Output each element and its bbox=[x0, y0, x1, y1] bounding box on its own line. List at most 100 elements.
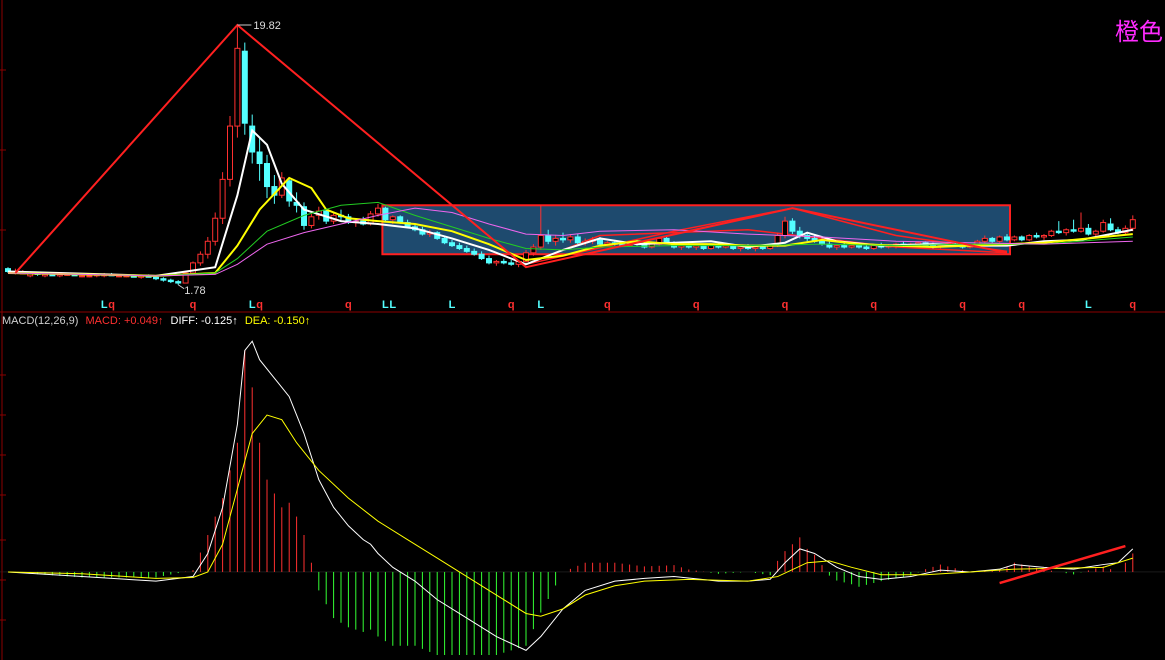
stock-chart: 19.821.78L q q Lq q L L Lq Lq q q q q q Lq bbox=[0, 0, 1165, 660]
candle-body bbox=[478, 253, 485, 260]
candle-body bbox=[1070, 229, 1077, 232]
candle-body bbox=[471, 250, 478, 255]
signal-label-L: L bbox=[249, 299, 256, 311]
signal-label-q: q bbox=[693, 299, 700, 311]
candle-body bbox=[212, 217, 219, 242]
candle-body bbox=[1048, 230, 1055, 237]
low-label: 1.78 bbox=[184, 285, 205, 297]
diff-value: DIFF: -0.125↑ bbox=[170, 315, 238, 327]
candle-body bbox=[500, 260, 507, 264]
candle-body bbox=[256, 151, 263, 165]
candle-body bbox=[508, 262, 515, 265]
candle-body bbox=[234, 47, 241, 127]
candle-body bbox=[1018, 236, 1025, 241]
candle-body bbox=[441, 237, 448, 244]
candle bbox=[227, 116, 233, 187]
candle bbox=[190, 261, 196, 275]
candle bbox=[1129, 215, 1136, 232]
signal-label-q: q bbox=[508, 299, 515, 311]
watermark-text: 橙色 bbox=[1115, 18, 1163, 46]
candle-body bbox=[153, 276, 159, 280]
candle bbox=[197, 251, 204, 266]
candle bbox=[1085, 224, 1092, 236]
signal-label-L: L bbox=[1085, 299, 1092, 311]
candle bbox=[204, 236, 211, 259]
candle bbox=[1011, 235, 1018, 242]
candle-body bbox=[1041, 235, 1047, 238]
signal-label-L: L bbox=[449, 299, 456, 311]
candle-body bbox=[737, 246, 744, 249]
candle-body bbox=[204, 240, 211, 255]
candle-body bbox=[560, 237, 566, 241]
signal-label-q: q bbox=[345, 299, 352, 311]
candle-body bbox=[782, 220, 788, 237]
candle bbox=[1026, 234, 1033, 242]
candle bbox=[271, 175, 278, 204]
candle-body bbox=[79, 275, 85, 278]
candle bbox=[1107, 218, 1114, 232]
candle-body bbox=[1055, 230, 1062, 234]
candle bbox=[996, 235, 1003, 243]
candle-body bbox=[167, 279, 174, 283]
candle-body bbox=[1107, 223, 1114, 231]
signal-label-q: q bbox=[1018, 299, 1025, 311]
candle bbox=[241, 42, 248, 135]
candle-body bbox=[456, 245, 463, 249]
macd-title: MACD(12,26,9) bbox=[2, 315, 79, 327]
candle bbox=[182, 271, 189, 284]
candle-body bbox=[759, 246, 766, 249]
candle bbox=[264, 154, 270, 199]
candle bbox=[212, 212, 219, 246]
candle-body bbox=[197, 253, 204, 264]
macd-value: MACD: +0.049↑ bbox=[85, 315, 164, 327]
candle-body bbox=[996, 236, 1003, 242]
candle-body bbox=[86, 275, 93, 278]
candle-body bbox=[375, 207, 381, 215]
signal-label-q: q bbox=[1129, 299, 1136, 311]
signal-label-q: q bbox=[256, 299, 263, 311]
candle-body bbox=[308, 216, 315, 226]
candle bbox=[1070, 219, 1077, 233]
candle bbox=[1048, 229, 1055, 237]
candle-body bbox=[486, 258, 492, 264]
candle-body bbox=[1033, 235, 1040, 238]
macd-line-dea bbox=[7, 414, 1133, 617]
candle-body bbox=[1063, 229, 1070, 234]
candle-body bbox=[863, 246, 870, 249]
candle-body bbox=[833, 245, 840, 248]
candle-body bbox=[1011, 236, 1018, 241]
candle-body bbox=[567, 236, 574, 241]
candle-body bbox=[1100, 222, 1107, 232]
candle bbox=[500, 258, 507, 265]
candle-body bbox=[1092, 230, 1099, 235]
candle-body bbox=[989, 237, 996, 242]
candle-body bbox=[449, 242, 455, 247]
candle-body bbox=[841, 245, 848, 248]
candle-body bbox=[597, 239, 603, 245]
candle bbox=[160, 277, 167, 282]
candle-body bbox=[574, 236, 581, 244]
signal-label-q: q bbox=[604, 299, 611, 311]
signal-label-q: q bbox=[782, 299, 789, 311]
candle bbox=[486, 255, 492, 265]
candle bbox=[256, 137, 263, 181]
candle bbox=[175, 280, 182, 285]
candle-body bbox=[397, 216, 404, 224]
candle-body bbox=[552, 237, 559, 242]
signal-label-L: L bbox=[382, 299, 389, 311]
candle-body bbox=[1004, 236, 1010, 241]
candle-body bbox=[493, 260, 500, 264]
candle-body bbox=[789, 220, 796, 232]
candle bbox=[1100, 219, 1107, 233]
candle bbox=[508, 260, 515, 266]
candle-body bbox=[389, 216, 396, 221]
candle bbox=[1063, 228, 1070, 236]
candle-body bbox=[463, 247, 470, 252]
candle bbox=[234, 24, 241, 138]
candle bbox=[493, 260, 500, 266]
candle-body bbox=[1078, 227, 1084, 232]
candle bbox=[1078, 212, 1084, 233]
macd-panel bbox=[0, 340, 1165, 655]
high-label: 19.82 bbox=[253, 20, 281, 32]
price-panel: 19.821.78L q q Lq q L L Lq Lq q q q q q Lq bbox=[0, 20, 1136, 311]
